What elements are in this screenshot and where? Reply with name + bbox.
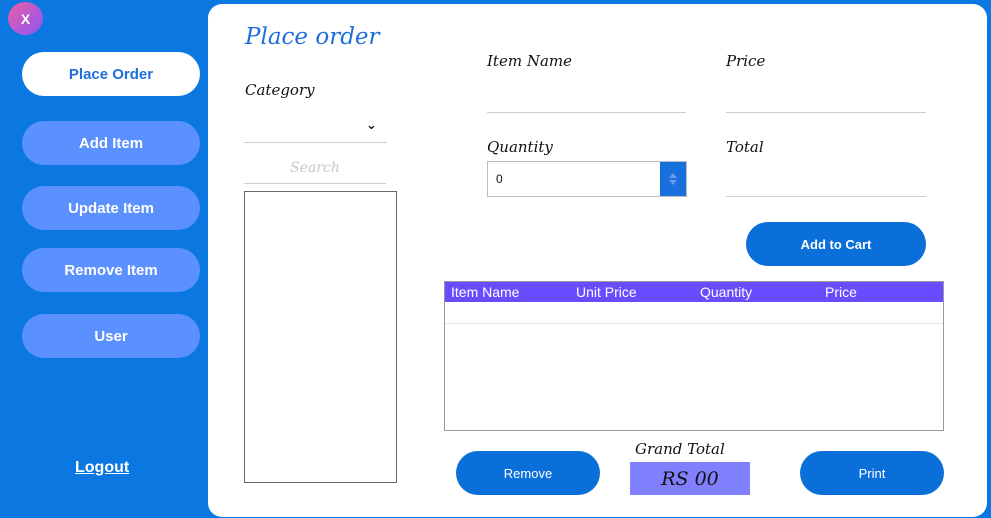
item-name-field[interactable] — [487, 80, 686, 112]
nav-user-button[interactable]: User — [22, 314, 200, 358]
column-header-item-name[interactable]: Item Name — [451, 284, 519, 300]
close-button[interactable]: X — [8, 2, 43, 35]
arrow-down-icon[interactable] — [669, 180, 677, 185]
total-label: Total — [726, 138, 764, 156]
logout-link[interactable]: Logout — [75, 459, 129, 477]
price-label: Price — [726, 52, 766, 70]
chevron-down-icon[interactable]: ⌄ — [366, 118, 377, 133]
category-underline — [244, 142, 387, 143]
place-order-panel: Place order Category ⌄ Item Name Price Q… — [208, 4, 987, 517]
remove-button[interactable]: Remove — [456, 451, 600, 495]
quantity-label: Quantity — [487, 138, 553, 156]
cart-table[interactable]: Item Name Unit Price Quantity Price — [444, 281, 944, 431]
page-title: Place order — [245, 24, 380, 50]
table-row[interactable] — [445, 302, 943, 324]
grand-total-label: Grand Total — [635, 440, 725, 458]
search-underline — [244, 183, 386, 184]
column-header-price[interactable]: Price — [825, 284, 857, 300]
print-button[interactable]: Print — [800, 451, 944, 495]
nav-place-order-button[interactable]: Place Order — [22, 52, 200, 96]
item-list[interactable] — [244, 191, 397, 483]
nav-add-item-button[interactable]: Add Item — [22, 121, 200, 165]
add-to-cart-button[interactable]: Add to Cart — [746, 222, 926, 266]
column-header-quantity[interactable]: Quantity — [700, 284, 752, 300]
category-label: Category — [245, 81, 315, 99]
column-header-unit-price[interactable]: Unit Price — [576, 284, 637, 300]
grand-total-value: RS 00 — [630, 462, 750, 495]
item-name-underline — [487, 112, 686, 113]
nav-update-item-button[interactable]: Update Item — [22, 186, 200, 230]
arrow-up-icon[interactable] — [669, 173, 677, 178]
nav-remove-item-button[interactable]: Remove Item — [22, 248, 200, 292]
price-underline — [726, 112, 926, 113]
price-field[interactable] — [726, 80, 926, 112]
total-field[interactable] — [726, 164, 926, 196]
total-underline — [726, 196, 926, 197]
item-name-label: Item Name — [487, 52, 572, 70]
spin-buttons[interactable] — [660, 162, 686, 196]
table-header: Item Name Unit Price Quantity Price — [445, 282, 943, 302]
quantity-value[interactable]: 0 — [488, 172, 660, 186]
quantity-stepper[interactable]: 0 — [487, 161, 687, 197]
search-input[interactable] — [244, 154, 386, 182]
